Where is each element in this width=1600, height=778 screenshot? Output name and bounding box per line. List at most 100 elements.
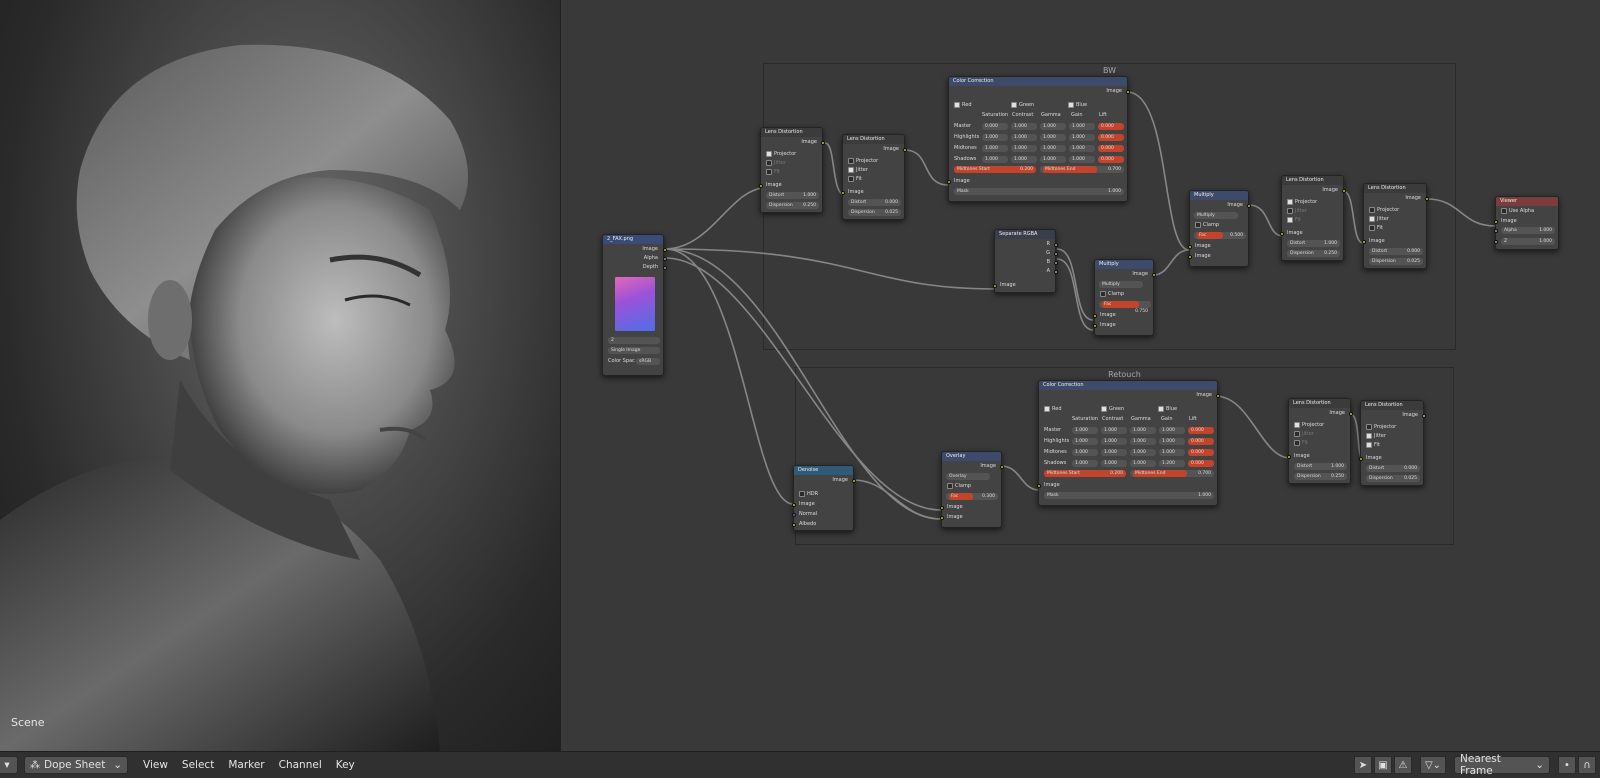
socket-in[interactable] — [1037, 484, 1041, 488]
socket-out[interactable] — [1152, 273, 1156, 277]
dispersion-field[interactable]: Dispersion 0.250 — [1294, 473, 1347, 480]
cc-value-field[interactable]: 0.000 — [1098, 145, 1124, 152]
cc-value-field[interactable]: 1.000 — [1101, 449, 1127, 456]
cc-value-field[interactable]: 1.000 — [1072, 427, 1098, 434]
distort-field[interactable]: Distort 0.000 — [1369, 248, 1423, 255]
socket-out[interactable] — [1349, 412, 1353, 416]
image-frame-field[interactable]: 2 — [608, 337, 660, 344]
cc-value-field[interactable]: 1.000 — [1011, 123, 1037, 130]
mode-dropdown[interactable]: ⁂ Dope Sheet ⌄ — [24, 756, 128, 774]
fit-option[interactable]: Fit — [761, 168, 822, 177]
midtones-start-field[interactable]: Midtones Start 0.200 — [954, 166, 1036, 173]
node-color-correction-1[interactable]: Color Correction Image Red Green Blue Sa… — [947, 76, 1130, 202]
socket-r[interactable] — [1054, 243, 1058, 247]
midtones-end-field[interactable]: Midtones End 0.700 — [1040, 166, 1124, 173]
fit-option[interactable]: Fit — [1289, 439, 1350, 448]
editor-type-menu[interactable]: ▾ — [0, 756, 18, 774]
midtones-end-field[interactable]: Midtones End 0.700 — [1130, 470, 1214, 477]
socket-g[interactable] — [1054, 252, 1058, 256]
node-lens-distortion-2[interactable]: Lens Distortion Image Projector Jitter F… — [841, 134, 907, 220]
node-lens-distortion-1[interactable]: Lens Distortion Image Projector Jitter F… — [759, 127, 825, 213]
blend-mode-dropdown[interactable]: Multiply — [1194, 212, 1238, 219]
socket-in-albedo[interactable] — [792, 523, 796, 527]
socket-b[interactable] — [1054, 261, 1058, 265]
node-lens-distortion-4[interactable]: Lens Distortion Image Projector Jitter F… — [1362, 183, 1429, 269]
cc-value-field[interactable]: 0.000 — [1098, 123, 1124, 130]
cc-value-field[interactable]: 1.000 — [1101, 438, 1127, 445]
cc-value-field[interactable]: 1.000 — [1069, 145, 1095, 152]
cc-value-field[interactable]: 1.000 — [1159, 438, 1185, 445]
socket-out[interactable] — [1126, 90, 1130, 94]
red-toggle[interactable]: Red — [954, 101, 972, 110]
socket-in[interactable] — [841, 191, 845, 195]
node-lens-distortion-6[interactable]: Lens Distortion Image Projector Jitter F… — [1359, 400, 1426, 486]
blend-mode-dropdown[interactable]: Multiply — [1099, 281, 1143, 288]
snap-dropdown[interactable]: Nearest Frame ⌄ — [1454, 753, 1550, 777]
clamp-option[interactable]: Clamp — [1190, 221, 1248, 230]
dispersion-field[interactable]: Dispersion 0.250 — [766, 202, 819, 209]
distort-field[interactable]: Distort 0.000 — [848, 199, 901, 206]
node-overlay[interactable]: Overlay Image Overlay Clamp Fac 0.300 Ima… — [940, 451, 1004, 528]
cc-value-field[interactable]: 1.000 — [1159, 427, 1185, 434]
socket-depth-out[interactable] — [663, 266, 667, 270]
dispersion-field[interactable]: Dispersion 0.025 — [1366, 475, 1420, 482]
cc-value-field[interactable]: 1.000 — [982, 134, 1008, 141]
socket-out[interactable] — [821, 141, 825, 145]
socket-in-alpha[interactable] — [1494, 229, 1498, 233]
cc-value-field[interactable]: 0.000 — [1188, 460, 1214, 467]
fac-field[interactable]: Fac 0.750 — [1099, 301, 1151, 314]
cc-value-field[interactable]: 1.200 — [1159, 460, 1185, 467]
dispersion-field[interactable]: Dispersion 0.025 — [848, 209, 901, 216]
socket-in-image[interactable] — [1494, 220, 1498, 224]
menu-view[interactable]: View — [136, 759, 175, 771]
cc-value-field[interactable]: 1.000 — [1159, 449, 1185, 456]
socket-in-1[interactable] — [940, 506, 944, 510]
image-source-dropdown[interactable]: Single Image — [608, 347, 660, 354]
cc-value-field[interactable]: 1.000 — [982, 145, 1008, 152]
socket-out[interactable] — [1425, 197, 1429, 201]
midtones-start-field[interactable]: Midtones Start 0.200 — [1044, 470, 1126, 477]
node-lens-distortion-5[interactable]: Lens Distortion Image Projector Jitter F… — [1287, 398, 1353, 484]
jitter-option[interactable]: Jitter — [1364, 215, 1426, 224]
cc-value-field[interactable]: 1.000 — [982, 156, 1008, 163]
socket-out[interactable] — [1247, 204, 1251, 208]
cc-value-field[interactable]: 0.000 — [982, 123, 1008, 130]
projector-option[interactable]: Projector — [1282, 198, 1343, 207]
cc-value-field[interactable]: 1.000 — [1072, 449, 1098, 456]
cc-value-field[interactable]: 0.000 — [1098, 134, 1124, 141]
socket-in[interactable] — [1359, 457, 1363, 461]
jitter-option[interactable]: Jitter — [1289, 430, 1350, 439]
socket-in[interactable] — [1287, 455, 1291, 459]
cc-value-field[interactable]: 0.000 — [1098, 156, 1124, 163]
color-space-dropdown[interactable]: sRGB — [636, 358, 660, 365]
jitter-option[interactable]: Jitter — [1361, 432, 1423, 441]
node-denoise[interactable]: Denoise Image HDR Image Normal Albedo — [792, 465, 856, 531]
socket-in-image[interactable] — [792, 503, 796, 507]
cc-value-field[interactable]: 1.000 — [1040, 123, 1066, 130]
blue-toggle[interactable]: Blue — [1158, 405, 1177, 414]
cc-value-field[interactable]: 1.000 — [1011, 145, 1037, 152]
socket-out[interactable] — [903, 148, 907, 152]
fac-field[interactable]: Fac 0.500 — [1194, 232, 1246, 239]
jitter-option[interactable]: Jitter — [1282, 207, 1343, 216]
socket-image-out[interactable] — [663, 248, 667, 252]
socket-in[interactable] — [759, 184, 763, 188]
dispersion-field[interactable]: Dispersion 0.250 — [1287, 250, 1340, 257]
menu-key[interactable]: Key — [329, 759, 362, 771]
node-lens-distortion-3[interactable]: Lens Distortion Image Projector Jitter F… — [1280, 175, 1346, 261]
node-separate-rgba[interactable]: Separate RGBA R G B A Image — [993, 229, 1058, 293]
socket-in[interactable] — [1362, 240, 1366, 244]
projector-option[interactable]: Projector — [1361, 423, 1423, 432]
distort-field[interactable]: Distort 1.000 — [1294, 463, 1347, 470]
cc-value-field[interactable]: 1.000 — [1101, 460, 1127, 467]
frame-icon[interactable]: ▣ — [1374, 756, 1392, 774]
green-toggle[interactable]: Green — [1101, 405, 1124, 414]
use-alpha-option[interactable]: Use Alpha — [1496, 207, 1558, 216]
cursor-icon[interactable]: ➤ — [1354, 756, 1372, 774]
blue-toggle[interactable]: Blue — [1068, 101, 1087, 110]
alpha-field[interactable]: Alpha 1.000 — [1501, 227, 1555, 234]
socket-in[interactable] — [993, 284, 997, 288]
cc-value-field[interactable]: 1.000 — [1069, 123, 1095, 130]
blend-mode-dropdown[interactable]: Overlay — [946, 473, 990, 480]
cc-value-field[interactable]: 1.000 — [1069, 134, 1095, 141]
